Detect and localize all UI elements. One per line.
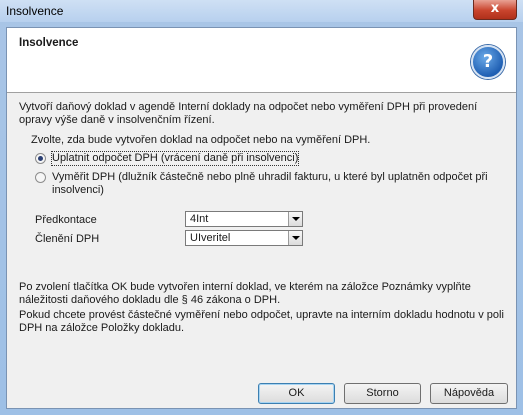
chevron-down-icon[interactable] bbox=[288, 212, 302, 226]
chevron-down-icon[interactable] bbox=[288, 231, 302, 245]
cancel-button[interactable]: Storno bbox=[344, 383, 421, 404]
dialog-window: Insolvence x Insolvence ? Vytvoří daňový… bbox=[0, 0, 523, 415]
predkontace-select[interactable]: 4Int bbox=[185, 211, 303, 227]
option-odpocet[interactable]: Uplatnit odpočet DPH (vrácení daně při i… bbox=[35, 151, 300, 166]
cleneni-select[interactable]: UIveritel bbox=[185, 230, 303, 246]
dialog-client-area: Insolvence ? Vytvoří daňový doklad v age… bbox=[6, 27, 517, 409]
header-title: Insolvence bbox=[19, 37, 79, 49]
option-vymerit-label[interactable]: Vyměřit DPH (dlužník částečně nebo plně … bbox=[52, 171, 495, 197]
close-icon: x bbox=[490, 1, 500, 16]
prompt-text: Zvolte, zda bude vytvořen doklad na odpo… bbox=[31, 134, 371, 146]
radio-vymerit[interactable] bbox=[35, 172, 46, 183]
cleneni-label: Členění DPH bbox=[35, 233, 100, 245]
ok-button[interactable]: OK bbox=[258, 383, 335, 404]
predkontace-value: 4Int bbox=[190, 213, 209, 225]
option-odpocet-label[interactable]: Uplatnit odpočet DPH (vrácení daně při i… bbox=[50, 151, 300, 166]
help-icon: ? bbox=[471, 45, 505, 79]
description-text: Vytvoří daňový doklad v agendě Interní d… bbox=[19, 101, 478, 126]
help-button[interactable]: Nápověda bbox=[430, 383, 508, 404]
option-vymerit[interactable]: Vyměřit DPH (dlužník částečně nebo plně … bbox=[35, 171, 495, 197]
title-bar[interactable]: Insolvence x bbox=[0, 0, 523, 22]
dialog-header: Insolvence ? bbox=[7, 28, 516, 93]
radio-odpocet[interactable] bbox=[35, 153, 46, 164]
ok-info-text: Po zvolení tlačítka OK bude vytvořen int… bbox=[19, 281, 471, 306]
window-title: Insolvence bbox=[6, 4, 64, 18]
cleneni-value: UIveritel bbox=[190, 232, 231, 244]
partial-info-text: Pokud chcete provést částečné vyměření n… bbox=[19, 309, 504, 334]
close-button[interactable]: x bbox=[473, 0, 517, 20]
predkontace-label: Předkontace bbox=[35, 214, 97, 226]
